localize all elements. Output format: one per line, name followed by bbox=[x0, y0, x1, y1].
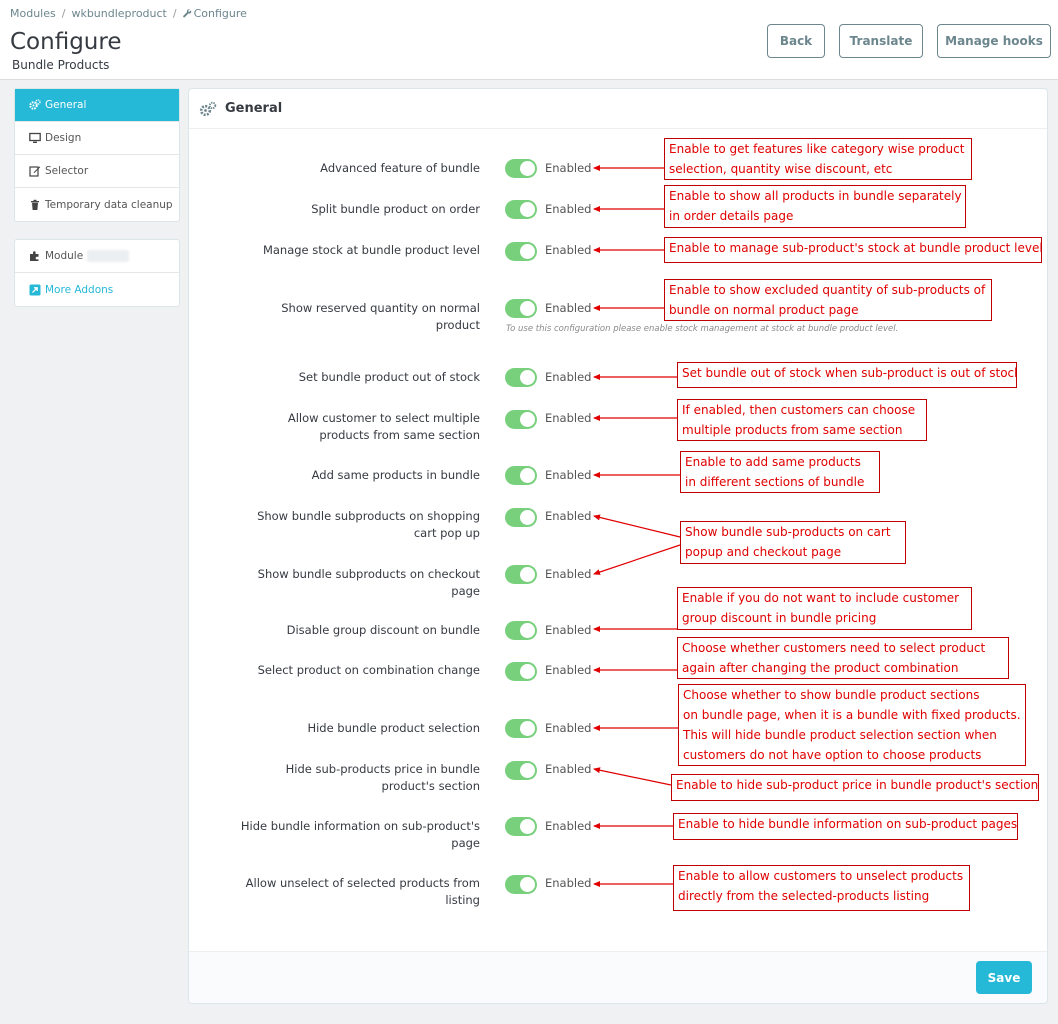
external-link-icon bbox=[29, 284, 41, 295]
trash-icon bbox=[31, 199, 39, 210]
annotation-callout: Enable to add same products in different … bbox=[680, 451, 880, 493]
toggle-state: Enabled bbox=[545, 721, 592, 735]
tab-design-label: Design bbox=[45, 132, 82, 144]
toggle-cart-popup[interactable] bbox=[505, 508, 537, 527]
setting-label-hide-price: Hide sub-products price in bundle produc… bbox=[285, 762, 480, 793]
setting-label-split-bundle: Split bundle product on order bbox=[311, 202, 480, 216]
setting-label-group-discount: Disable group discount on bundle bbox=[286, 623, 480, 637]
toggle-state: Enabled bbox=[545, 663, 592, 677]
toggle-state: Enabled bbox=[545, 161, 592, 175]
setting-label-hide-selection: Hide bundle product selection bbox=[307, 721, 480, 735]
toggle-hide-selection[interactable] bbox=[505, 719, 537, 738]
annotation-callout: Enable if you do not want to include cus… bbox=[677, 587, 972, 630]
toggle-state: Enabled bbox=[545, 202, 592, 216]
toggle-reserved-quantity[interactable] bbox=[505, 299, 537, 318]
tab-design[interactable]: Design bbox=[15, 122, 179, 155]
toggle-state: Enabled bbox=[545, 243, 592, 257]
page-subtitle: Bundle Products bbox=[12, 58, 110, 72]
setting-label-combination-change: Select product on combination change bbox=[257, 663, 480, 677]
manage-hooks-button[interactable]: Manage hooks bbox=[937, 24, 1051, 58]
setting-label-cart-popup: Show bundle subproducts on shopping cart… bbox=[257, 509, 480, 540]
module-links: Module More Addons bbox=[14, 239, 180, 307]
toggle-state: Enabled bbox=[545, 567, 592, 581]
annotation-callout: Enable to get features like category wis… bbox=[664, 138, 972, 180]
help-text: To use this configuration please enable … bbox=[506, 324, 899, 334]
toggle-checkout-page[interactable] bbox=[505, 565, 537, 584]
tab-general-label: General bbox=[45, 99, 87, 111]
toggle-state: Enabled bbox=[545, 509, 592, 523]
toggle-group-discount[interactable] bbox=[505, 621, 537, 640]
toggle-combination-change[interactable] bbox=[505, 662, 537, 681]
back-button[interactable]: Back bbox=[767, 24, 825, 58]
toggle-same-products[interactable] bbox=[505, 466, 537, 485]
toggle-allow-unselect[interactable] bbox=[505, 875, 537, 894]
setting-label-manage-stock: Manage stock at bundle product level bbox=[262, 243, 480, 257]
annotation-callout: Enable to manage sub-product's stock at … bbox=[664, 237, 1042, 263]
toggle-state: Enabled bbox=[545, 819, 592, 833]
toggle-advanced-feature[interactable] bbox=[505, 159, 537, 178]
annotation-callout: Enable to show excluded quantity of sub-… bbox=[664, 279, 992, 321]
module-label: Module bbox=[45, 250, 84, 262]
breadcrumb: Modules / wkbundleproduct / Configure bbox=[10, 7, 247, 20]
toggle-state: Enabled bbox=[545, 876, 592, 890]
more-addons-label: More Addons bbox=[45, 283, 114, 296]
breadcrumb-modules[interactable]: Modules bbox=[10, 7, 56, 20]
save-button[interactable]: Save bbox=[976, 961, 1032, 994]
wrench-icon bbox=[182, 9, 191, 18]
gears-icon bbox=[29, 99, 41, 110]
annotation-callout: Show bundle sub-products on cart popup an… bbox=[680, 521, 906, 564]
tab-temporary-data-cleanup-label: Temporary data cleanup bbox=[45, 198, 173, 211]
tab-selector-label: Selector bbox=[45, 165, 89, 177]
annotation-callout: If enabled, then customers can choose mul… bbox=[677, 399, 927, 441]
toggle-state: Enabled bbox=[545, 411, 592, 425]
setting-label-out-of-stock: Set bundle product out of stock bbox=[298, 370, 480, 384]
edit-icon bbox=[29, 166, 41, 177]
panel-title: General bbox=[225, 101, 283, 116]
toggle-select-multiple[interactable] bbox=[505, 410, 537, 429]
annotation-callout: Choose whether customers need to select … bbox=[677, 637, 1009, 679]
page-header: Modules / wkbundleproduct / Configure Config… bbox=[0, 0, 1058, 80]
page-title: Configure bbox=[10, 29, 122, 55]
setting-label-hide-information: Hide bundle information on sub-product's… bbox=[240, 819, 480, 850]
translate-button[interactable]: Translate bbox=[839, 24, 923, 58]
tab-temporary-data-cleanup[interactable]: Temporary data cleanup bbox=[15, 188, 179, 221]
annotation-callout: Choose whether to show bundle product se… bbox=[678, 684, 1026, 766]
annotation-callout: Enable to hide sub-product price in bund… bbox=[671, 774, 1039, 801]
breadcrumb-module-name[interactable]: wkbundleproduct bbox=[71, 7, 166, 20]
toggle-state: Enabled bbox=[545, 370, 592, 384]
setting-label-same-products: Add same products in bundle bbox=[311, 468, 480, 482]
tab-selector[interactable]: Selector bbox=[15, 155, 179, 188]
toggle-split-bundle[interactable] bbox=[505, 200, 537, 219]
annotation-callout: Enable to hide bundle information on sub… bbox=[673, 813, 1018, 840]
toggle-manage-stock[interactable] bbox=[505, 242, 537, 261]
more-addons-link[interactable]: More Addons bbox=[15, 273, 179, 306]
toggle-state: Enabled bbox=[545, 623, 592, 637]
toggle-state: Enabled bbox=[545, 468, 592, 482]
annotation-callout: Enable to show all products in bundle se… bbox=[664, 185, 966, 228]
breadcrumb-configure: Configure bbox=[193, 7, 247, 20]
toggle-state: Enabled bbox=[545, 762, 592, 776]
setting-label-select-multiple: Allow customer to select multiple produc… bbox=[287, 411, 480, 442]
gears-icon bbox=[199, 101, 217, 116]
blurred-module-version bbox=[87, 250, 130, 262]
toggle-hide-price[interactable] bbox=[505, 761, 537, 780]
monitor-icon bbox=[29, 132, 41, 143]
annotation-callout: Set bundle out of stock when sub-product… bbox=[677, 362, 1017, 388]
puzzle-icon bbox=[30, 251, 39, 261]
toggle-hide-information[interactable] bbox=[505, 817, 537, 836]
setting-label-reserved-quantity: Show reserved quantity on normal product bbox=[281, 301, 480, 332]
settings-tabs: General Design Selector Temporary data c… bbox=[14, 88, 180, 222]
module-item[interactable]: Module bbox=[15, 240, 179, 273]
setting-label-advanced-feature: Advanced feature of bundle bbox=[320, 161, 480, 175]
setting-label-allow-unselect: Allow unselect of selected products from… bbox=[245, 876, 480, 907]
annotation-callout: Enable to allow customers to unselect pr… bbox=[673, 865, 970, 911]
toggle-out-of-stock[interactable] bbox=[505, 368, 537, 387]
tab-general[interactable]: General bbox=[15, 89, 179, 122]
setting-label-checkout-page: Show bundle subproducts on checkout page bbox=[257, 567, 480, 598]
toggle-state: Enabled bbox=[545, 301, 592, 315]
panel-heading: General bbox=[189, 89, 1047, 129]
panel-footer: Save bbox=[189, 951, 1047, 1003]
